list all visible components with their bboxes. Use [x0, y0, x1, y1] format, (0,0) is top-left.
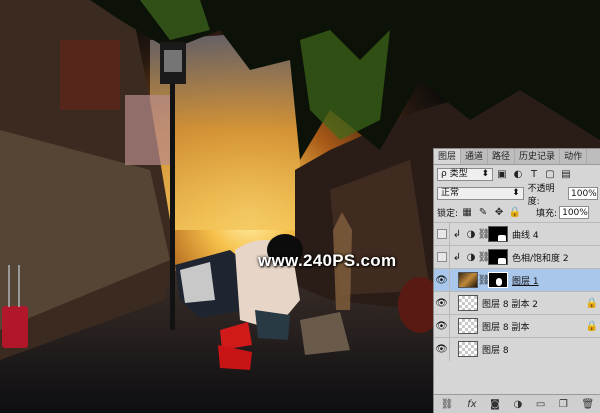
visibility-toggle[interactable]: 👁	[434, 337, 450, 361]
chain-link-icon[interactable]: ⛓	[478, 273, 491, 287]
layer-row[interactable]: ↲ ◑ ⛓ 曲线 4	[434, 222, 600, 246]
curves-adjustment-icon: ◑	[466, 228, 476, 240]
visibility-toggle[interactable]: 👁	[434, 314, 450, 338]
clip-arrow-icon: ↲	[452, 251, 462, 263]
lock-pixels-icon[interactable]: ✎	[476, 206, 490, 220]
group-icon[interactable]: ▭	[536, 399, 545, 410]
eye-icon: 👁	[435, 320, 448, 332]
new-layer-icon[interactable]: ❐	[559, 399, 568, 410]
blend-mode-value: 正常	[441, 188, 460, 198]
layer-mask-thumbnail[interactable]	[488, 272, 508, 288]
fill-label: 填充:	[536, 209, 558, 219]
visibility-toggle[interactable]	[434, 245, 450, 269]
filter-row: ρ 类型 ⬍ ▣ ◐ T ▢ ▤	[434, 165, 600, 184]
lock-label: 锁定:	[437, 209, 459, 219]
tab-actions[interactable]: 动作	[560, 149, 588, 164]
blend-row: 正常 ⬍ 不透明度: 100%	[434, 184, 600, 207]
layer-filter-select[interactable]: ρ 类型 ⬍	[437, 168, 493, 181]
opacity-field[interactable]: 100%	[568, 187, 598, 200]
blend-mode-select[interactable]: 正常 ⬍	[437, 187, 524, 200]
layer-name: 图层 8 副本 2	[482, 299, 539, 310]
filter-label: ρ 类型	[441, 169, 468, 179]
panel-footer: ⛓ fx ◙ ◑ ▭ ❐ 🗑	[434, 394, 600, 413]
tab-channels[interactable]: 通道	[461, 149, 489, 164]
chain-link-icon[interactable]: ⛓	[478, 250, 491, 264]
layer-row[interactable]: 👁 图层 8 副本 2 🔒	[434, 291, 600, 315]
layer-row-selected[interactable]: 👁 ⛓ 图层 1	[434, 268, 600, 292]
panel-tabs: 图层 通道 路径 历史记录 动作	[434, 149, 600, 165]
link-icon[interactable]: ⛓	[441, 399, 454, 410]
lock-transparent-icon[interactable]: ▦	[460, 206, 474, 220]
layer-row[interactable]: 👁 图层 8 副本 🔒	[434, 314, 600, 338]
layer-name: 色相/饱和度 2	[512, 253, 569, 264]
adjustment-filter-icon[interactable]: ◐	[511, 168, 525, 182]
fill-field[interactable]: 100%	[559, 206, 590, 219]
layers-panel: 图层 通道 路径 历史记录 动作 ρ 类型 ⬍ ▣ ◐ T ▢ ▤ 正常 ⬍ 不…	[433, 148, 600, 413]
layer-thumbnail[interactable]	[458, 272, 478, 288]
chain-link-icon[interactable]: ⛓	[478, 227, 491, 241]
tab-history[interactable]: 历史记录	[515, 149, 561, 164]
visibility-toggle[interactable]: 👁	[434, 291, 450, 315]
clip-arrow-icon: ↲	[452, 228, 462, 240]
layer-thumbnail[interactable]	[458, 295, 478, 311]
layer-name: 图层 1	[512, 276, 539, 287]
lock-icon: 🔒	[585, 297, 599, 309]
layer-row[interactable]: 👁 图层 8	[434, 337, 600, 361]
tab-paths[interactable]: 路径	[488, 149, 516, 164]
layer-row[interactable]: ↲ ◑ ⛓ 色相/饱和度 2	[434, 245, 600, 269]
stepper-icon: ⬍	[512, 188, 520, 198]
layer-name: 曲线 4	[512, 230, 539, 241]
opacity-label: 不透明度:	[527, 183, 555, 207]
trash-icon[interactable]: 🗑	[581, 399, 594, 410]
hidden-box-icon	[436, 252, 447, 262]
lock-icon: 🔒	[585, 320, 599, 332]
shape-filter-icon[interactable]: ▢	[543, 168, 557, 182]
type-filter-icon[interactable]: T	[527, 168, 541, 182]
visibility-toggle[interactable]: 👁	[434, 268, 450, 292]
mask-icon[interactable]: ◙	[490, 399, 500, 410]
eye-icon: 👁	[435, 274, 448, 286]
eye-icon: 👁	[435, 343, 448, 355]
smart-object-filter-icon[interactable]: ▤	[559, 168, 573, 182]
layer-name: 图层 8 副本	[482, 322, 530, 333]
layer-mask-thumbnail[interactable]	[488, 226, 508, 242]
lock-all-icon[interactable]: 🔒	[508, 206, 522, 220]
tab-layers[interactable]: 图层	[434, 149, 462, 164]
image-filter-icon[interactable]: ▣	[495, 168, 509, 182]
layer-mask-thumbnail[interactable]	[488, 249, 508, 265]
layer-thumbnail[interactable]	[458, 318, 478, 334]
hue-saturation-icon: ◑	[466, 251, 476, 263]
lock-position-icon[interactable]: ✥	[492, 206, 506, 220]
fx-icon[interactable]: fx	[467, 399, 476, 410]
layer-thumbnail[interactable]	[458, 341, 478, 357]
watermark-text: www.240PS.com	[258, 251, 397, 270]
visibility-toggle[interactable]	[434, 222, 450, 246]
lock-row: 锁定: ▦ ✎ ✥ 🔒 填充: 100%	[434, 203, 600, 222]
eye-icon: 👁	[435, 297, 448, 309]
hidden-box-icon	[436, 229, 447, 239]
stepper-icon: ⬍	[481, 169, 489, 179]
adjustment-icon[interactable]: ◑	[513, 399, 522, 410]
layer-name: 图层 8	[482, 345, 509, 356]
